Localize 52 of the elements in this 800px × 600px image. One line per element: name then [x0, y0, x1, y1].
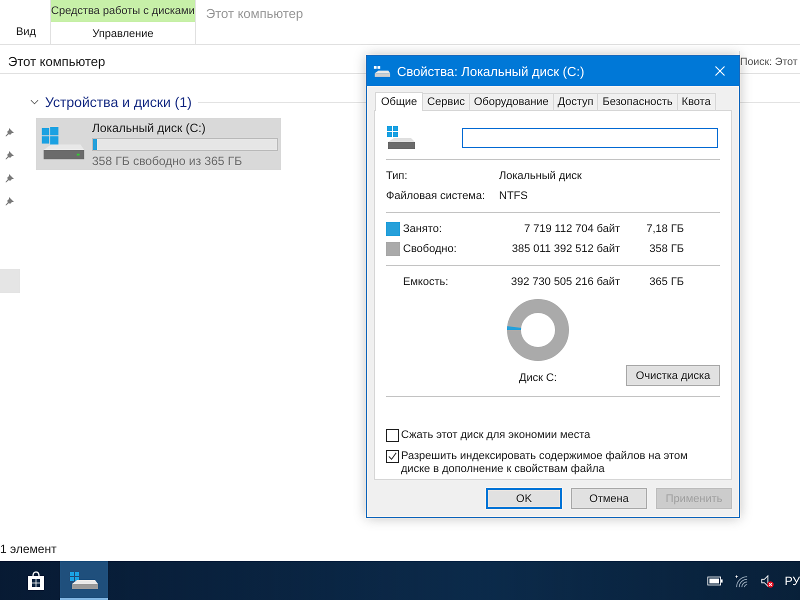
checkbox[interactable] — [386, 450, 399, 463]
property-value: Локальный диск — [499, 170, 582, 182]
dialog-title: Свойства: Локальный диск (C:) — [397, 64, 586, 78]
drive-name: Локальный диск (C:) — [92, 120, 207, 134]
ribbon-tab[interactable]: Управление — [50, 22, 195, 40]
speaker-muted-icon[interactable] — [758, 574, 775, 588]
disk-cleanup-button[interactable]: Очистка диска — [626, 365, 720, 386]
dialog-tab[interactable]: Сервис — [422, 93, 470, 110]
item-count: 1 элемент — [0, 542, 57, 556]
usage-bytes: 7 719 112 704 байт — [523, 223, 620, 235]
dialog-tab[interactable]: Оборудование — [468, 93, 554, 110]
capacity-bytes: 392 730 505 216 байт — [510, 276, 620, 288]
context-tab-group-header: Средства работы с дисками — [50, 0, 195, 22]
drive-tile[interactable]: Локальный диск (C:) 358 ГБ свободно из 365 ГБ — [36, 118, 281, 170]
pin-icon[interactable] — [5, 173, 15, 183]
drive-label: Диск C: — [519, 372, 557, 384]
drive-icon — [69, 570, 99, 590]
property-label: Файловая система: — [386, 190, 486, 202]
drive-icon — [386, 125, 416, 151]
drive-icon — [373, 64, 391, 78]
pin-icon[interactable] — [5, 127, 15, 137]
capacity-size: 365 ГБ — [648, 276, 685, 288]
dialog-button[interactable]: OK — [486, 488, 562, 509]
checkbox-label: Разрешить индексировать содержимое файлов на этом диске в дополнение к свойствам файла — [401, 450, 689, 476]
dialog-tab[interactable]: Квота — [676, 93, 716, 110]
ribbon-tab[interactable]: Вид — [0, 26, 50, 44]
battery-icon[interactable] — [706, 574, 723, 588]
chevron-icon[interactable] — [30, 99, 39, 105]
checkbox-label: Сжать этот диск для экономии места — [401, 429, 592, 442]
free-space-text: 358 ГБ свободно из 365 ГБ — [92, 154, 244, 168]
store-bag-icon — [26, 570, 46, 590]
dialog-button[interactable]: Отмена — [571, 488, 647, 509]
capacity-label: Емкость: — [402, 276, 450, 288]
taskbar-app[interactable] — [60, 561, 108, 600]
language-indicator[interactable]: РУ — [784, 574, 800, 588]
checkbox[interactable] — [386, 429, 399, 442]
window-title: Этот компьютер — [204, 5, 304, 23]
usage-size: 358 ГБ — [648, 243, 685, 255]
pin-icon[interactable] — [5, 196, 15, 206]
dialog-tab[interactable]: Общие — [375, 92, 424, 111]
usage-bytes: 385 011 392 512 байт — [510, 243, 620, 255]
dialog-tab[interactable]: Доступ — [552, 93, 598, 110]
property-value: NTFS — [499, 190, 528, 202]
pin-icon[interactable] — [5, 150, 15, 160]
group-header: Устройства и диски (1) — [45, 94, 192, 110]
usage-label: Занято: — [402, 223, 443, 235]
property-label: Тип: — [386, 170, 408, 182]
usage-size: 7,18 ГБ — [645, 223, 685, 235]
close-icon[interactable] — [715, 66, 725, 76]
wifi-icon[interactable] — [732, 574, 749, 588]
volume-name-field[interactable] — [462, 128, 718, 148]
usage-label: Свободно: — [402, 243, 458, 255]
